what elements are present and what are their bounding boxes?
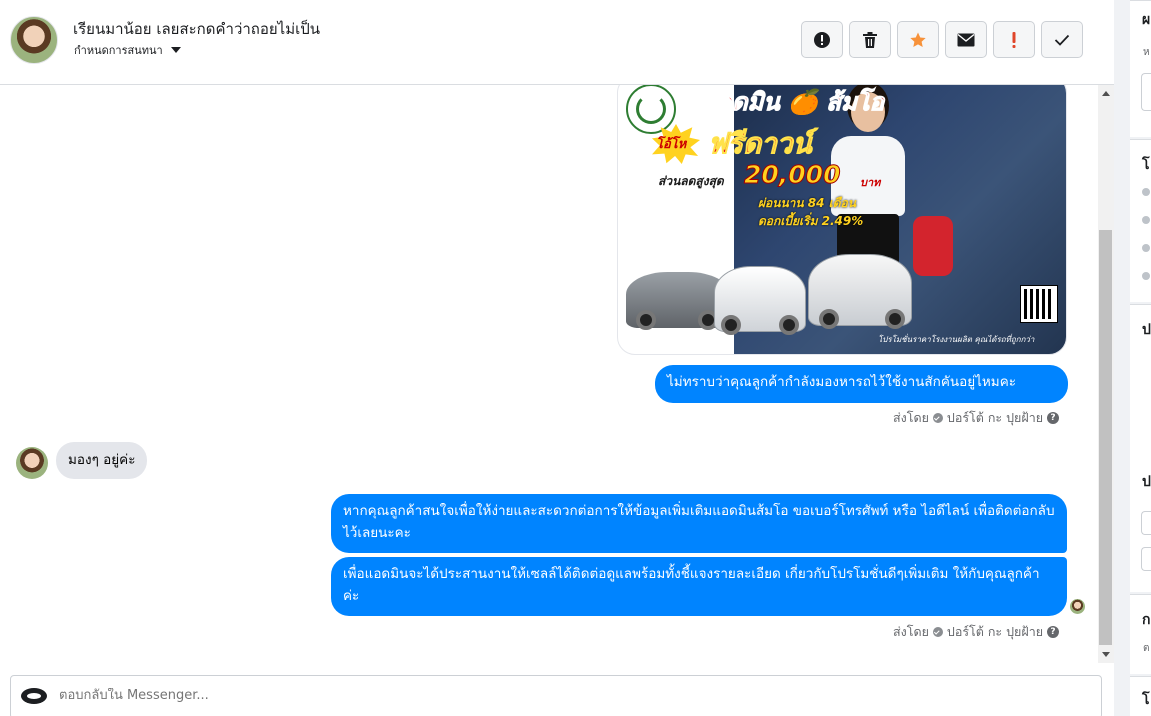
details-card: ป ป (1130, 304, 1151, 592)
dealer-logo (626, 85, 676, 134)
reply-input[interactable] (59, 688, 1059, 703)
card-title: ก (1142, 612, 1151, 628)
important-button[interactable] (993, 21, 1035, 58)
promo-discount-label: ส่วนลดสูงสุด (656, 172, 726, 191)
details-card: ผ ห (1130, 0, 1151, 137)
sent-by-info: ส่งโดย ปอร์โต้ กะ ปุยฝ้าย ? (893, 622, 1060, 642)
seen-indicator-avatar (1070, 599, 1085, 614)
contact-details-panel: ผ ห โ ป ป ก ต โ (1114, 0, 1151, 716)
card-subtitle: ห (1143, 47, 1150, 58)
alert-circle-icon (814, 31, 830, 48)
card-title: ป (1142, 474, 1151, 490)
envelope-icon (957, 33, 975, 46)
qr-code (1020, 285, 1058, 323)
trash-icon (863, 31, 877, 48)
conversation-toolbar (801, 21, 1083, 58)
details-card: ก ต (1130, 594, 1151, 674)
details-field[interactable] (1141, 73, 1151, 111)
promo-interest: ดอกเบี้ยเริ่ม 2.49% (758, 214, 864, 228)
car-pickup-cargo (808, 254, 912, 329)
car-pickup (714, 266, 806, 335)
mark-done-button[interactable] (1041, 21, 1083, 58)
location-icon (1142, 244, 1150, 252)
exclamation-icon (1012, 31, 1016, 48)
reply-composer[interactable] (10, 675, 1102, 716)
page-profile-icon (21, 688, 47, 704)
thread-scrollbar[interactable] (1098, 85, 1114, 663)
schedule-label: กำหนดการสนทนา (74, 44, 163, 57)
sent-by-name: ปอร์โต้ กะ ปุยฝ้าย (946, 410, 1044, 425)
messenger-inbox: เรียนมาน้อย เลยสะกดคำว่าถอยไม่เป็น กำหนด… (0, 0, 1151, 716)
details-card: โ (1130, 676, 1151, 716)
promo-image-attachment[interactable]: แอดมิน 🍊 ส้มโอ โอ้โห ฟรีดาวน์ ส่วนลดสูงส… (617, 85, 1067, 355)
sent-by-info: ส่งโดย ปอร์โต้ กะ ปุยฝ้าย ? (893, 408, 1060, 428)
promo-discount-unit: บาท (860, 176, 881, 189)
card-title: โ (1142, 692, 1150, 708)
details-card: โ (1130, 139, 1151, 302)
card-title: โ (1142, 157, 1150, 173)
location-icon (1142, 272, 1150, 280)
promo-installments: ผ่อนนาน 84 เดือน (758, 196, 856, 210)
card-title: ป (1142, 322, 1151, 338)
spam-button[interactable] (801, 21, 843, 58)
mark-unread-button[interactable] (945, 21, 987, 58)
message-thread[interactable]: แอดมิน 🍊 ส้มโอ โอ้โห ฟรีดาวน์ ส่วนลดสูงส… (0, 85, 1098, 663)
caret-down-icon (170, 47, 181, 53)
outgoing-message[interactable]: ไม่ทราบว่าคุณลูกค้ากำลังมองหารถไว้ใช้งาน… (655, 365, 1068, 403)
contact-avatar[interactable] (10, 16, 58, 64)
conversation-schedule-dropdown[interactable]: กำหนดการสนทนา (74, 41, 181, 59)
conversation-header: เรียนมาน้อย เลยสะกดคำว่าถอยไม่เป็น กำหนด… (0, 0, 1114, 85)
star-button[interactable] (897, 21, 939, 58)
sent-by-prefix: ส่งโดย (893, 624, 929, 639)
star-icon (910, 32, 926, 47)
sent-by-prefix: ส่งโดย (893, 410, 929, 425)
promo-title: แอดมิน 🍊 ส้มโอ (701, 88, 885, 117)
info-icon (1142, 216, 1150, 224)
scroll-down-icon[interactable] (1102, 652, 1110, 657)
scroll-up-icon[interactable] (1102, 91, 1110, 96)
promo-badge: โอ้โห (656, 137, 687, 152)
outgoing-message[interactable]: หากคุณลูกค้าสนใจเพื่อให้ง่ายและสะดวกต่อก… (331, 494, 1067, 553)
card-title: ผ (1142, 12, 1151, 28)
scrollbar-thumb[interactable] (1099, 230, 1112, 645)
details-field[interactable] (1141, 511, 1151, 535)
contact-avatar-small (16, 447, 48, 479)
check-badge-icon (932, 413, 943, 423)
outgoing-message[interactable]: เพื่อแอดมินจะได้ประสานงานให้เซลล์ได้ติดต… (331, 557, 1067, 616)
check-icon (1054, 34, 1070, 46)
delete-button[interactable] (849, 21, 891, 58)
details-field[interactable] (1141, 547, 1151, 571)
contact-name[interactable]: เรียนมาน้อย เลยสะกดคำว่าถอยไม่เป็น (73, 17, 320, 41)
sent-by-name: ปอร์โต้ กะ ปุยฝ้าย (946, 624, 1044, 639)
incoming-message[interactable]: มองๆ อยู่ค่ะ (56, 442, 148, 479)
promo-tagline: โปรโมชั่นราคาโรงงานผลิต คุณได้รถที่ถูกกว… (878, 335, 1035, 344)
info-icon (1142, 188, 1150, 196)
help-icon[interactable]: ? (1047, 626, 1060, 638)
check-badge-icon (932, 627, 943, 637)
car-seat (913, 216, 953, 276)
help-icon[interactable]: ? (1047, 412, 1060, 424)
promo-discount-amount: 20,000 (743, 160, 841, 190)
card-subtitle: ต (1143, 643, 1150, 654)
